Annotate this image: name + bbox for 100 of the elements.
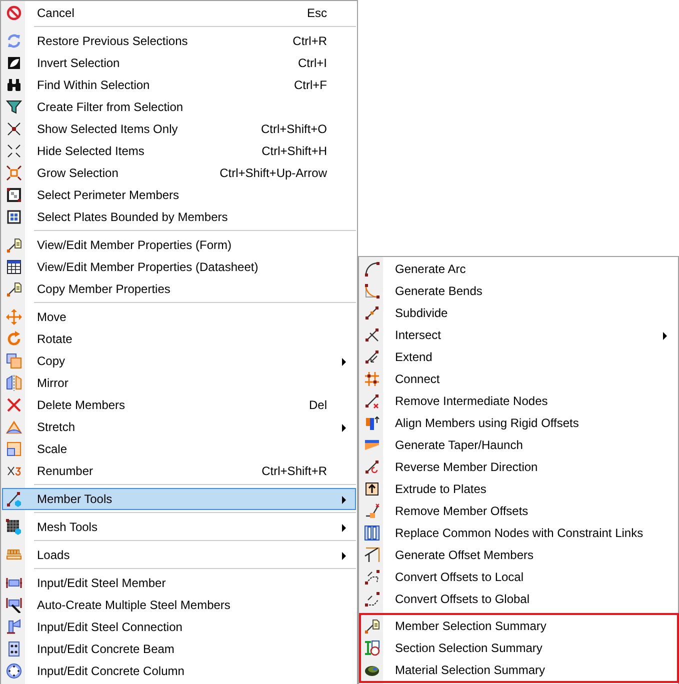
menu-item[interactable]: Convert Offsets to Local bbox=[360, 566, 677, 588]
menu-item[interactable]: Generate Bends bbox=[360, 280, 677, 302]
menu-item[interactable]: Create Filter from Selection bbox=[2, 96, 356, 118]
convert-global-icon bbox=[364, 591, 380, 607]
refresh-icon bbox=[6, 33, 22, 49]
menu-item[interactable]: Show Selected Items Only Ctrl+Shift+O bbox=[2, 118, 356, 140]
menu-item[interactable]: Generate Offset Members bbox=[360, 544, 677, 566]
menu-item[interactable]: Find Within Selection Ctrl+F bbox=[2, 74, 356, 96]
menu-item[interactable]: View/Edit Member Properties (Form) bbox=[2, 234, 356, 256]
menu-item[interactable]: Extend bbox=[360, 346, 677, 368]
checker-square-icon bbox=[6, 187, 22, 203]
offset-member-icon bbox=[364, 547, 380, 563]
member-cube-icon bbox=[6, 491, 22, 507]
mirror-icon bbox=[6, 375, 22, 391]
menu-item[interactable]: Rotate bbox=[2, 328, 356, 350]
menu-item[interactable]: Extrude to Plates bbox=[360, 478, 677, 500]
extend-icon bbox=[364, 349, 380, 365]
menu-item[interactable]: Remove Member Offsets bbox=[360, 500, 677, 522]
scale-squares-icon bbox=[6, 441, 22, 457]
menu-item[interactable]: Member Selection Summary bbox=[360, 615, 677, 637]
delete-x-icon bbox=[6, 397, 22, 413]
menu-item[interactable]: Reverse Member Direction bbox=[360, 456, 677, 478]
menu-item[interactable]: Subdivide bbox=[360, 302, 677, 324]
remove-node-icon bbox=[364, 393, 380, 409]
intersect-icon bbox=[364, 327, 380, 343]
menu-item[interactable]: Copy Member Properties bbox=[2, 278, 356, 300]
menu-item[interactable]: Align Members using Rigid Offsets bbox=[360, 412, 677, 434]
menu-item[interactable]: Replace Common Nodes with Constraint Links bbox=[360, 522, 677, 544]
menu-item[interactable]: Stretch bbox=[2, 416, 356, 438]
menu-item[interactable]: Mirror bbox=[2, 372, 356, 394]
shortcut-text: Ctrl+Shift+Up-Arrow bbox=[220, 166, 327, 180]
no-entry-icon bbox=[6, 5, 22, 21]
menu-item[interactable]: Input/Edit Concrete Column bbox=[2, 660, 356, 682]
menu-item[interactable]: Grow Selection Ctrl+Shift+Up-Arrow bbox=[2, 162, 356, 184]
menu-item[interactable]: Section Selection Summary bbox=[360, 637, 677, 659]
concrete-column-icon bbox=[6, 663, 22, 679]
hash-grid-icon bbox=[364, 371, 380, 387]
menu-item[interactable]: Member Tools bbox=[2, 488, 356, 510]
align-bars-icon bbox=[364, 415, 380, 431]
menu-item[interactable]: Auto-Create Multiple Steel Members bbox=[2, 594, 356, 616]
menu-item[interactable]: Invert Selection Ctrl+I bbox=[2, 52, 356, 74]
arc-icon bbox=[364, 261, 380, 277]
offset-icon bbox=[364, 503, 380, 519]
shortcut-text: Ctrl+I bbox=[298, 56, 327, 70]
expand-square-icon bbox=[6, 165, 22, 181]
shortcut-text: Ctrl+Shift+O bbox=[260, 122, 327, 136]
beam-wand-icon bbox=[6, 597, 22, 613]
dashed-cross-icon bbox=[6, 143, 22, 159]
connection-icon bbox=[6, 619, 22, 635]
menu-item[interactable]: Delete Members Del bbox=[2, 394, 356, 416]
member-document-icon bbox=[6, 281, 22, 297]
menu-item[interactable]: Input/Edit Steel Connection bbox=[2, 616, 356, 638]
shortcut-text: Ctrl+Shift+R bbox=[262, 464, 327, 478]
menu-item[interactable]: Intersect bbox=[360, 324, 677, 346]
menu-item[interactable]: Cancel Esc bbox=[2, 2, 356, 24]
shortcut-text: Ctrl+F bbox=[294, 78, 327, 92]
extrude-icon bbox=[364, 481, 380, 497]
bend-icon bbox=[364, 283, 380, 299]
beam-icon bbox=[6, 575, 22, 591]
menu-item[interactable]: Convert Offsets to Global bbox=[360, 588, 677, 610]
shortcut-text: Esc bbox=[306, 6, 327, 20]
menu-item[interactable]: View/Edit Member Properties (Datasheet) bbox=[2, 256, 356, 278]
binoculars-icon bbox=[6, 77, 22, 93]
menu-item[interactable]: Input/Edit Concrete Beam bbox=[2, 638, 356, 660]
menu-item[interactable]: Mesh Tools bbox=[2, 516, 356, 538]
member-document-icon bbox=[364, 618, 380, 634]
rotate-icon bbox=[6, 331, 22, 347]
menu-item[interactable]: Restore Previous Selections Ctrl+R bbox=[2, 30, 356, 52]
constraint-link-icon bbox=[364, 525, 380, 541]
triangle-icon bbox=[6, 419, 22, 435]
spreadsheet-icon bbox=[6, 259, 22, 275]
menu-item[interactable]: Loads bbox=[2, 544, 356, 566]
grid-square-icon bbox=[6, 209, 22, 225]
taper-icon bbox=[364, 437, 380, 453]
menu-item[interactable]: Copy bbox=[2, 350, 356, 372]
menu-item[interactable]: Move bbox=[2, 306, 356, 328]
concrete-beam-icon bbox=[6, 641, 22, 657]
section-icon bbox=[364, 640, 380, 656]
menu-item[interactable]: Remove Intermediate Nodes bbox=[360, 390, 677, 412]
node-cross-icon bbox=[6, 121, 22, 137]
convert-local-icon bbox=[364, 569, 380, 585]
shortcut-text: Ctrl+R bbox=[292, 34, 327, 48]
menu-item[interactable]: Material Selection Summary bbox=[360, 659, 677, 681]
funnel-icon bbox=[6, 99, 22, 115]
copy-squares-icon bbox=[6, 353, 22, 369]
menu-item[interactable]: Renumber Ctrl+Shift+R bbox=[2, 460, 356, 482]
move-arrows-icon bbox=[6, 309, 22, 325]
leaf-square-icon bbox=[6, 55, 22, 71]
menu-item[interactable]: Select Plates Bounded by Members bbox=[2, 206, 356, 228]
menu-item[interactable]: Generate Arc bbox=[360, 258, 677, 280]
menu-item[interactable]: Hide Selected Items Ctrl+Shift+H bbox=[2, 140, 356, 162]
member-document-icon bbox=[6, 237, 22, 253]
mesh-icon bbox=[6, 519, 22, 535]
menu-item[interactable]: Connect bbox=[360, 368, 677, 390]
menu-item[interactable]: Scale bbox=[2, 438, 356, 460]
shortcut-text: Del bbox=[308, 398, 327, 412]
menu-item[interactable]: Input/Edit Steel Member bbox=[2, 572, 356, 594]
shortcut-text: Ctrl+Shift+H bbox=[262, 144, 327, 158]
menu-item[interactable]: Select Perimeter Members bbox=[2, 184, 356, 206]
menu-item[interactable]: Generate Taper/Haunch bbox=[360, 434, 677, 456]
